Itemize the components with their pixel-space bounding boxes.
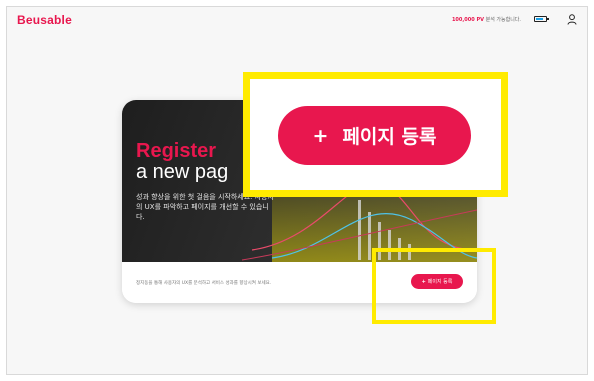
- button-highlight-box: [372, 248, 496, 324]
- top-header: Beusable 100,000 PV 분석 가능합니다.: [7, 7, 587, 31]
- register-page-button-zoomed-label: 페이지 등록: [342, 126, 437, 148]
- pv-status: 100,000 PV 분석 가능합니다.: [452, 16, 521, 23]
- logo[interactable]: Beusable: [17, 13, 72, 27]
- card-title-line1: Register: [136, 140, 217, 162]
- battery-icon[interactable]: [534, 16, 549, 22]
- register-page-button-zoomed[interactable]: + 페이지 등록: [278, 106, 471, 165]
- pv-suffix: 분석 가능합니다.: [485, 17, 521, 23]
- plus-icon: +: [312, 124, 329, 147]
- zoom-callout: + 페이지 등록: [243, 72, 508, 197]
- pv-amount: 100,000 PV: [451, 17, 485, 23]
- user-icon[interactable]: [567, 14, 577, 25]
- card-footer-text: 정지동을 통해 사용자의 UX를 분석하고 서비스 성과를 향상시켜 보세요.: [136, 281, 272, 286]
- card-title-line2: a new pag: [136, 161, 229, 183]
